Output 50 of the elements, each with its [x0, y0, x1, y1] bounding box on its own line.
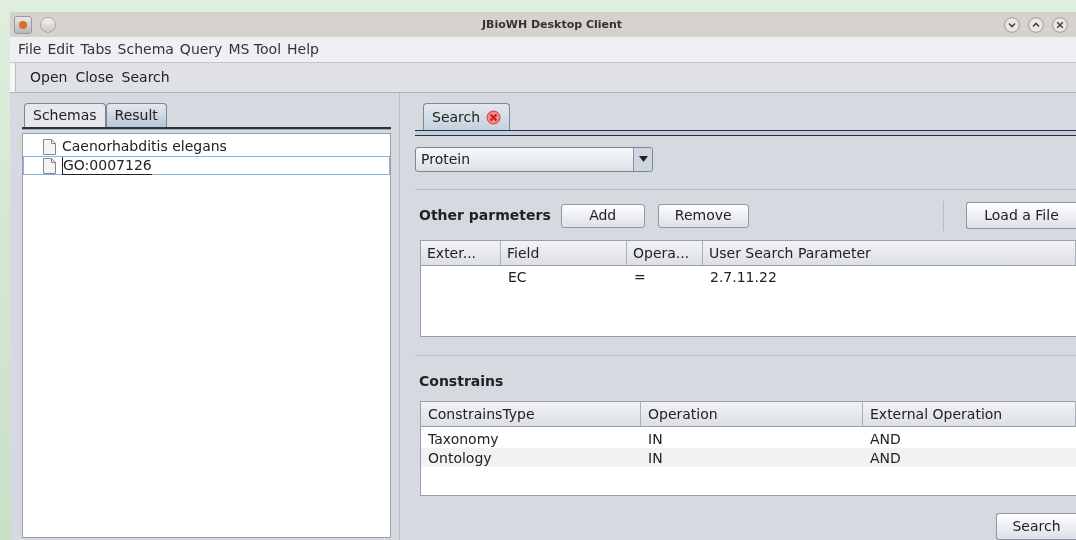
table-cell: EC	[508, 269, 527, 285]
menu-item[interactable]: MS Tool	[228, 39, 281, 60]
table-cell: Ontology	[428, 450, 492, 467]
tree-item-label: Caenorhabditis elegans	[62, 138, 227, 155]
load-file-button[interactable]: Load a File	[966, 202, 1076, 230]
toolbar-grip[interactable]	[10, 63, 16, 92]
add-button[interactable]: Add	[560, 204, 645, 228]
chevron-down-icon[interactable]	[1004, 16, 1020, 33]
column-header[interactable]: Field	[501, 241, 627, 265]
table-cell: IN	[648, 450, 663, 467]
column-header[interactable]: Operation	[641, 402, 863, 427]
table-cell: Taxonomy	[428, 431, 499, 448]
document-icon	[43, 157, 56, 174]
menu-item[interactable]: Tabs	[80, 39, 112, 60]
tab[interactable]: Search	[423, 103, 511, 130]
table-cell: 2.7.11.22	[710, 269, 777, 285]
close-icon[interactable]	[486, 109, 502, 125]
column-header[interactable]: External Operation	[863, 402, 1076, 427]
caret-icon	[638, 156, 648, 163]
column-header[interactable]: Exter...	[421, 241, 501, 265]
app-icon	[14, 15, 32, 34]
menu-item[interactable]: File	[18, 39, 42, 60]
type-dropdown[interactable]: Protein	[415, 147, 653, 172]
table-cell: =	[634, 269, 646, 285]
remove-button[interactable]: Remove	[657, 204, 749, 228]
tree-row[interactable]: Caenorhabditis elegans	[23, 137, 390, 156]
column-header[interactable]: User Search Parameter	[703, 241, 1076, 265]
search-button[interactable]: Search	[996, 513, 1076, 540]
column-header[interactable]: ConstrainsType	[421, 402, 641, 427]
tab[interactable]: Schemas	[24, 103, 106, 127]
section-title: Other parmeters	[419, 206, 551, 226]
column-header[interactable]: Opera...	[627, 241, 703, 265]
tab[interactable]: Result	[105, 103, 167, 127]
toolbar-button[interactable]: Open	[30, 67, 68, 88]
table-cell: IN	[648, 431, 663, 448]
menu-item[interactable]: Schema	[117, 39, 174, 60]
menu-item[interactable]: Edit	[47, 39, 75, 60]
toolbar-button[interactable]: Close	[75, 67, 114, 88]
menu-item[interactable]: Help	[287, 39, 319, 60]
tree-row[interactable]: GO:0007126	[23, 156, 390, 175]
document-icon	[43, 138, 56, 155]
window-title: JBioWH Desktop Client	[482, 17, 623, 33]
section-title: Constrains	[419, 372, 505, 392]
menu-item[interactable]: Query	[179, 39, 223, 60]
toolbar-button[interactable]: Search	[121, 67, 170, 88]
close-icon[interactable]	[1052, 16, 1068, 33]
table-cell: AND	[870, 450, 901, 467]
tree-item-label: GO:0007126	[62, 156, 152, 175]
table-cell: AND	[870, 431, 901, 448]
chevron-up-icon[interactable]	[1028, 16, 1044, 33]
